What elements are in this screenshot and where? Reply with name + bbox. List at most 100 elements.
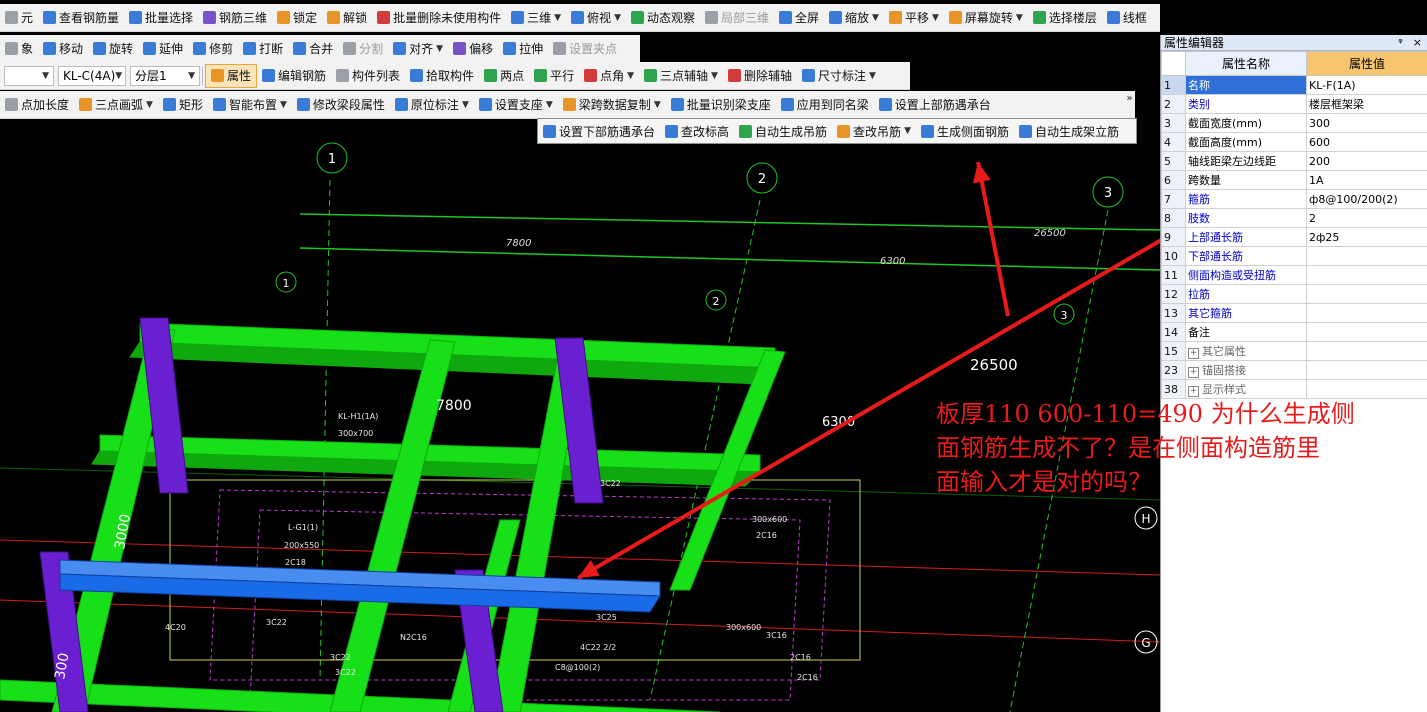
pin-icon[interactable]: ᵠ bbox=[1398, 36, 1403, 49]
toolbar4-button-6[interactable]: 设置支座 ▼ bbox=[474, 94, 558, 116]
toolbar1-button-8[interactable]: 俯视 ▼ bbox=[566, 7, 626, 29]
property-value[interactable] bbox=[1306, 341, 1427, 361]
toolbar2-button-10[interactable]: 拉伸 bbox=[498, 38, 548, 60]
toolbar2-button-8[interactable]: 对齐 ▼ bbox=[388, 38, 448, 60]
property-value[interactable] bbox=[1306, 379, 1427, 399]
toolbar2-button-9[interactable]: 偏移 bbox=[448, 38, 498, 60]
toolbar4-icon-0 bbox=[5, 98, 18, 111]
toolbar1-button-14[interactable]: 屏幕旋转 ▼ bbox=[944, 7, 1028, 29]
toolbar2-button-3[interactable]: 延伸 bbox=[138, 38, 188, 60]
toolbar1-button-9[interactable]: 动态观察 bbox=[626, 7, 700, 29]
property-row[interactable]: 6 跨数量 1A bbox=[1161, 170, 1427, 190]
popup-button-0[interactable]: 设置下部筋遇承台 bbox=[538, 120, 660, 142]
toolbar3-button-3[interactable]: 拾取构件 bbox=[405, 65, 479, 87]
property-value[interactable]: 2 bbox=[1306, 208, 1427, 228]
toolbar3-button-0[interactable]: 属性 bbox=[205, 63, 258, 88]
property-value[interactable]: 楼层框架梁 bbox=[1306, 94, 1427, 114]
expand-icon[interactable]: + bbox=[1188, 367, 1199, 378]
property-row[interactable]: 13 其它箍筋 bbox=[1161, 303, 1427, 323]
layer-combo[interactable]: 分层1 ▼ bbox=[130, 65, 200, 86]
property-row[interactable]: 1 名称 KL-F(1A) bbox=[1161, 75, 1427, 95]
property-row[interactable]: 9 上部通长筋 2ф25 bbox=[1161, 227, 1427, 247]
property-row[interactable]: 23 + 锚固搭接 bbox=[1161, 360, 1427, 380]
property-row[interactable]: 14 备注 bbox=[1161, 322, 1427, 342]
toolbar2-button-1[interactable]: 移动 bbox=[38, 38, 88, 60]
toolbar4-button-10[interactable]: 设置上部筋遇承台 bbox=[874, 94, 996, 116]
property-value[interactable] bbox=[1306, 265, 1427, 285]
toolbar4-button-4[interactable]: 修改梁段属性 bbox=[292, 94, 390, 116]
close-icon[interactable]: × bbox=[1413, 36, 1422, 49]
property-value[interactable]: ф8@100/200(2) bbox=[1306, 189, 1427, 209]
popup-button-1[interactable]: 查改标高 bbox=[660, 120, 734, 142]
popup-button-2[interactable]: 自动生成吊筋 bbox=[734, 120, 832, 142]
toolbar2-button-4[interactable]: 修剪 bbox=[188, 38, 238, 60]
toolbar3-button-6[interactable]: 点角 ▼ bbox=[579, 65, 639, 87]
component-name-combo[interactable]: KL-C(4A) ▼ bbox=[58, 65, 126, 86]
toolbar2-button-5[interactable]: 打断 bbox=[238, 38, 288, 60]
toolbar3-button-8[interactable]: 删除辅轴 bbox=[723, 65, 797, 87]
property-row[interactable]: 2 类别 楼层框架梁 bbox=[1161, 94, 1427, 114]
toolbar4-button-1[interactable]: 三点画弧 ▼ bbox=[74, 94, 158, 116]
property-value[interactable] bbox=[1306, 322, 1427, 342]
property-value[interactable]: 600 bbox=[1306, 132, 1427, 152]
property-row[interactable]: 3 截面宽度(mm) 300 bbox=[1161, 113, 1427, 133]
property-value[interactable] bbox=[1306, 303, 1427, 323]
toolbar3-button-1[interactable]: 编辑钢筋 bbox=[257, 65, 331, 87]
toolbar4-button-7[interactable]: 梁跨数据复制 ▼ bbox=[558, 94, 666, 116]
toolbar1-button-1[interactable]: 查看钢筋量 bbox=[38, 7, 124, 29]
toolbar1-button-15[interactable]: 选择楼层 bbox=[1028, 7, 1102, 29]
toolbar1-button-2[interactable]: 批量选择 bbox=[124, 7, 198, 29]
toolbar4-button-2[interactable]: 矩形 bbox=[158, 94, 208, 116]
type-combo[interactable]: ▼ bbox=[4, 65, 54, 86]
property-row[interactable]: 12 拉筋 bbox=[1161, 284, 1427, 304]
toolbar1-button-6[interactable]: 批量删除未使用构件 bbox=[372, 7, 506, 29]
toolbar1-button-13[interactable]: 平移 ▼ bbox=[884, 7, 944, 29]
property-value[interactable]: 300 bbox=[1306, 113, 1427, 133]
property-value[interactable] bbox=[1306, 284, 1427, 304]
toolbar1-button-3[interactable]: 钢筋三维 bbox=[198, 7, 272, 29]
toolbar3-button-5[interactable]: 平行 bbox=[529, 65, 579, 87]
property-value[interactable]: 2ф25 bbox=[1306, 227, 1427, 247]
property-row[interactable]: 10 下部通长筋 bbox=[1161, 246, 1427, 266]
property-value[interactable] bbox=[1306, 246, 1427, 266]
property-value[interactable]: KL-F(1A) bbox=[1306, 75, 1427, 95]
property-row[interactable]: 11 侧面构造或受扭筋 bbox=[1161, 265, 1427, 285]
expand-icon[interactable]: + bbox=[1188, 348, 1199, 359]
toolbar4-button-0[interactable]: 点加长度 bbox=[0, 94, 74, 116]
toolbar4-button-3[interactable]: 智能布置 ▼ bbox=[208, 94, 292, 116]
toolbar3-button-4[interactable]: 两点 bbox=[479, 65, 529, 87]
toolbar2-button-7[interactable]: 分割 bbox=[338, 38, 388, 60]
property-value[interactable]: 200 bbox=[1306, 151, 1427, 171]
property-row[interactable]: 7 箍筋 ф8@100/200(2) bbox=[1161, 189, 1427, 209]
toolbar-overflow-button[interactable]: » bbox=[1123, 92, 1136, 106]
property-row[interactable]: 8 肢数 2 bbox=[1161, 208, 1427, 228]
property-value[interactable]: 1A bbox=[1306, 170, 1427, 190]
toolbar2-button-6[interactable]: 合并 bbox=[288, 38, 338, 60]
toolbar1-button-10[interactable]: 局部三维 bbox=[700, 7, 774, 29]
toolbar1-button-5[interactable]: 解锁 bbox=[322, 7, 372, 29]
toolbar4-button-8[interactable]: 批量识别梁支座 bbox=[666, 94, 776, 116]
property-row[interactable]: 5 轴线距梁左边线距 200 bbox=[1161, 151, 1427, 171]
toolbar1-button-0[interactable]: 元 bbox=[0, 7, 38, 29]
toolbar2-button-2[interactable]: 旋转 bbox=[88, 38, 138, 60]
toolbar1-button-11[interactable]: 全屏 bbox=[774, 7, 824, 29]
toolbar3-button-2[interactable]: 构件列表 bbox=[331, 65, 405, 87]
toolbar4-button-5[interactable]: 原位标注 ▼ bbox=[390, 94, 474, 116]
property-row[interactable]: 38 + 显示样式 bbox=[1161, 379, 1427, 399]
toolbar2-button-0[interactable]: 象 bbox=[0, 38, 38, 60]
toolbar2-button-11[interactable]: 设置夹点 bbox=[548, 38, 622, 60]
popup-button-4[interactable]: 生成侧面钢筋 bbox=[916, 120, 1014, 142]
popup-button-3[interactable]: 查改吊筋 ▼ bbox=[832, 120, 916, 142]
property-row[interactable]: 4 截面高度(mm) 600 bbox=[1161, 132, 1427, 152]
toolbar1-button-16[interactable]: 线框 bbox=[1102, 7, 1152, 29]
popup-button-5[interactable]: 自动生成架立筋 bbox=[1014, 120, 1124, 142]
toolbar3-button-7[interactable]: 三点辅轴 ▼ bbox=[639, 65, 723, 87]
property-value[interactable] bbox=[1306, 360, 1427, 380]
toolbar4-button-9[interactable]: 应用到同名梁 bbox=[776, 94, 874, 116]
toolbar3-button-9[interactable]: 尺寸标注 ▼ bbox=[797, 65, 881, 87]
expand-icon[interactable]: + bbox=[1188, 386, 1199, 397]
property-row[interactable]: 15 + 其它属性 bbox=[1161, 341, 1427, 361]
toolbar1-button-4[interactable]: 锁定 bbox=[272, 7, 322, 29]
toolbar1-button-7[interactable]: 三维 ▼ bbox=[506, 7, 566, 29]
toolbar1-button-12[interactable]: 缩放 ▼ bbox=[824, 7, 884, 29]
